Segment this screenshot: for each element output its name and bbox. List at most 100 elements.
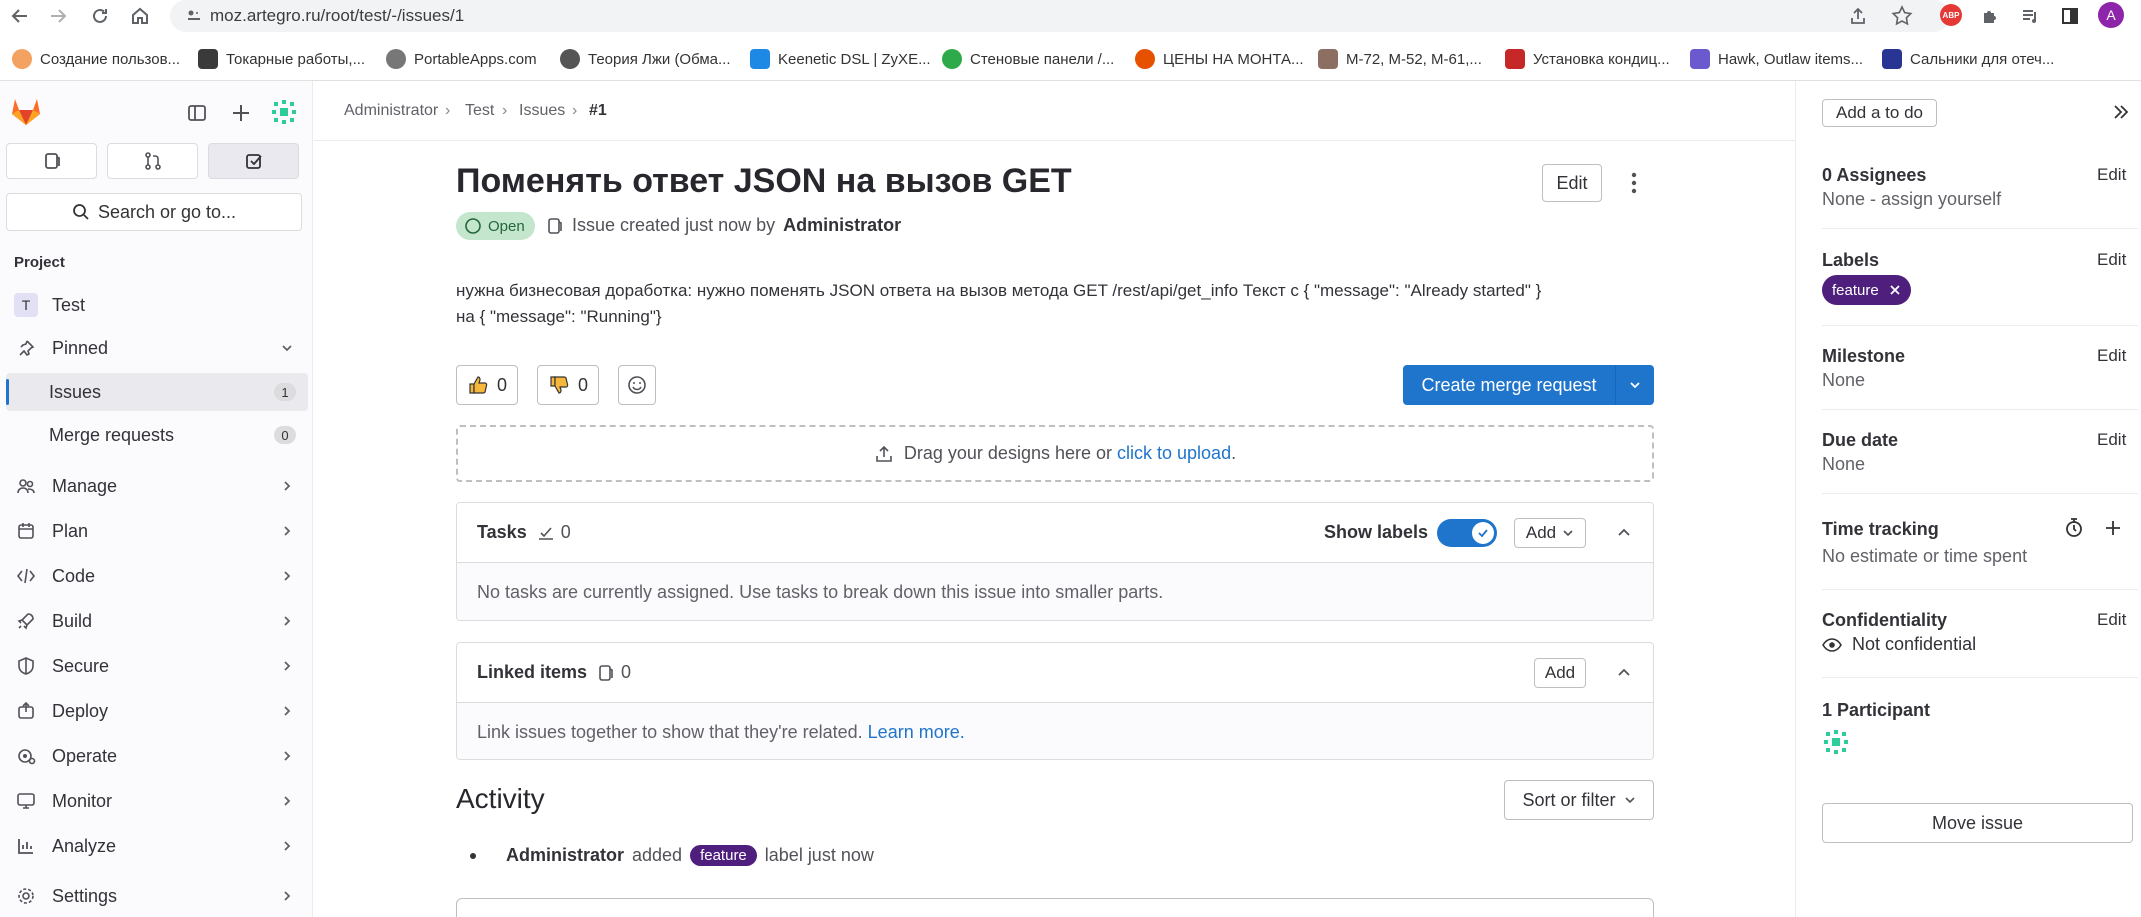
author-link[interactable]: Administrator [783,215,901,236]
thumbs-up-button[interactable]: 0 [456,365,519,405]
edit-confidentiality-button[interactable]: Edit [2097,610,2126,630]
learn-more-link[interactable]: Learn more. [868,722,965,743]
toggle-sidebar-icon[interactable] [187,103,207,123]
design-dropzone[interactable]: Drag your designs here or click to uploa… [456,425,1654,482]
activity-item: Administrator added feature label just n… [470,845,874,866]
participant-avatar[interactable] [1822,728,1850,756]
breadcrumb-current[interactable]: #1 [589,102,607,120]
edit-issue-button[interactable]: Edit [1542,164,1602,202]
edit-assignees-button[interactable]: Edit [2097,165,2126,185]
sort-filter-label: Sort or filter [1522,789,1616,810]
home-button[interactable] [126,2,154,30]
chevron-down-icon [1563,530,1573,537]
sidebar-item-merge-requests[interactable]: Merge requests 0 [6,416,308,454]
assignees-value[interactable]: None - assign yourself [1822,189,2001,210]
search-icon [73,204,89,220]
share-icon[interactable] [1848,6,1868,26]
close-icon[interactable] [1889,284,1901,296]
sidebar-item-deploy[interactable]: Deploy [6,692,308,730]
create-merge-request-button[interactable]: Create merge request [1403,365,1615,405]
merge-request-dropdown-toggle[interactable] [1616,365,1654,405]
breadcrumb-item[interactable]: Administrator [344,102,438,120]
add-task-label: Add [1525,523,1557,542]
bookmark-item[interactable]: Hawk, Outlaw items... [1690,48,1863,70]
confidentiality-title: Confidentiality [1822,610,1947,630]
media-control-icon[interactable] [2020,6,2040,26]
bookmark-favicon-icon [1318,49,1338,69]
sidebar-item-manage[interactable]: Manage [6,467,308,505]
bookmark-item[interactable]: PortableApps.com [386,48,537,70]
thumbs-up-icon [469,376,488,394]
back-button[interactable] [6,2,34,30]
add-reaction-button[interactable] [618,365,656,405]
sidebar-item-monitor[interactable]: Monitor [6,782,308,820]
comment-editor[interactable] [456,898,1654,917]
todo-tab[interactable] [208,143,299,179]
bookmark-item[interactable]: Создание пользов... [12,48,180,70]
sidebar-item-label: Build [52,610,93,631]
edit-labels-button[interactable]: Edit [2097,250,2126,270]
sidebar-item-pinned[interactable]: Pinned [6,329,308,367]
sidebar-item-code[interactable]: Code [6,557,308,595]
site-info-icon[interactable] [186,8,202,24]
gitlab-logo[interactable] [10,96,42,126]
side-panel-icon[interactable] [2060,6,2080,26]
bookmark-item[interactable]: ЦЕНЫ НА МОНТА... [1135,48,1304,70]
edit-milestone-button[interactable]: Edit [2097,346,2126,366]
show-labels-toggle[interactable] [1437,519,1497,547]
collapse-sidebar-icon[interactable] [2110,102,2130,122]
linked-items-empty-text: Link issues together to show that they'r… [477,721,863,742]
rocket-icon [17,613,34,630]
reload-button[interactable] [86,2,114,30]
bookmark-item[interactable]: Токарные работы,... [198,48,365,70]
label-pill[interactable]: feature [1822,275,1911,305]
user-avatar-icon[interactable] [270,98,298,126]
sidebar-item-issues[interactable]: Issues 1 [6,373,308,411]
sidebar-item-label: Deploy [52,700,109,721]
bookmark-item[interactable]: Keenetic DSL | ZyXE... [750,48,931,70]
bookmark-item[interactable]: Сальники для отеч... [1882,48,2054,70]
add-linked-item-button[interactable]: Add [1534,658,1586,688]
bookmark-item[interactable]: Стеновые панели /... [942,48,1114,70]
pinned-label: Pinned [52,337,109,358]
move-issue-button[interactable]: Move issue [1822,803,2133,843]
sidebar-item-operate[interactable]: Operate [6,737,308,775]
bookmark-item[interactable]: М-72, М-52, М-61,... [1318,48,1482,70]
forward-button[interactable] [44,2,72,30]
sort-filter-button[interactable]: Sort or filter [1504,780,1654,820]
add-todo-button[interactable]: Add a to do [1822,99,1937,127]
sidebar-item-project[interactable]: T Test [6,286,308,324]
milestone-title: Milestone [1822,346,1906,366]
label-badge[interactable]: feature [690,845,757,866]
profile-avatar[interactable]: A [2098,2,2124,28]
breadcrumb-separator: › [572,102,578,119]
assigned-issues-tab[interactable] [6,143,97,179]
adblock-extension-icon[interactable]: ABP [1940,4,1962,26]
collapse-tasks-icon[interactable] [1615,524,1633,542]
breadcrumb-item[interactable]: Test [465,102,494,120]
thumbs-down-button[interactable]: 0 [537,365,600,405]
add-task-button[interactable]: Add [1514,518,1586,548]
meta-text: Issue created just now by [572,215,776,235]
stopwatch-icon[interactable] [2063,517,2085,539]
sidebar-item-plan[interactable]: Plan [6,512,308,550]
edit-due-date-button[interactable]: Edit [2097,430,2126,450]
activity-actor-link[interactable]: Administrator [506,845,624,866]
extensions-icon[interactable] [1980,6,2000,26]
merge-requests-tab[interactable] [107,143,198,179]
bookmark-star-icon[interactable] [1891,5,1913,27]
upload-link[interactable]: click to upload [1117,443,1231,463]
add-time-icon[interactable] [2103,518,2123,538]
breadcrumb-item[interactable]: Issues [519,102,565,120]
sidebar-item-secure[interactable]: Secure [6,647,308,685]
sidebar-item-build[interactable]: Build [6,602,308,640]
create-new-icon[interactable] [230,102,252,124]
bookmark-item[interactable]: Установка кондиц... [1505,48,1670,70]
sidebar-item-analyze[interactable]: Analyze [6,827,308,865]
more-actions-icon[interactable] [1623,170,1645,196]
eye-icon [1822,637,1842,652]
search-input[interactable]: Search or go to... [6,193,302,231]
collapse-linked-items-icon[interactable] [1615,664,1633,682]
sidebar-item-settings[interactable]: Settings [6,877,308,915]
bookmark-item[interactable]: Теория Лжи (Обма... [560,48,731,70]
